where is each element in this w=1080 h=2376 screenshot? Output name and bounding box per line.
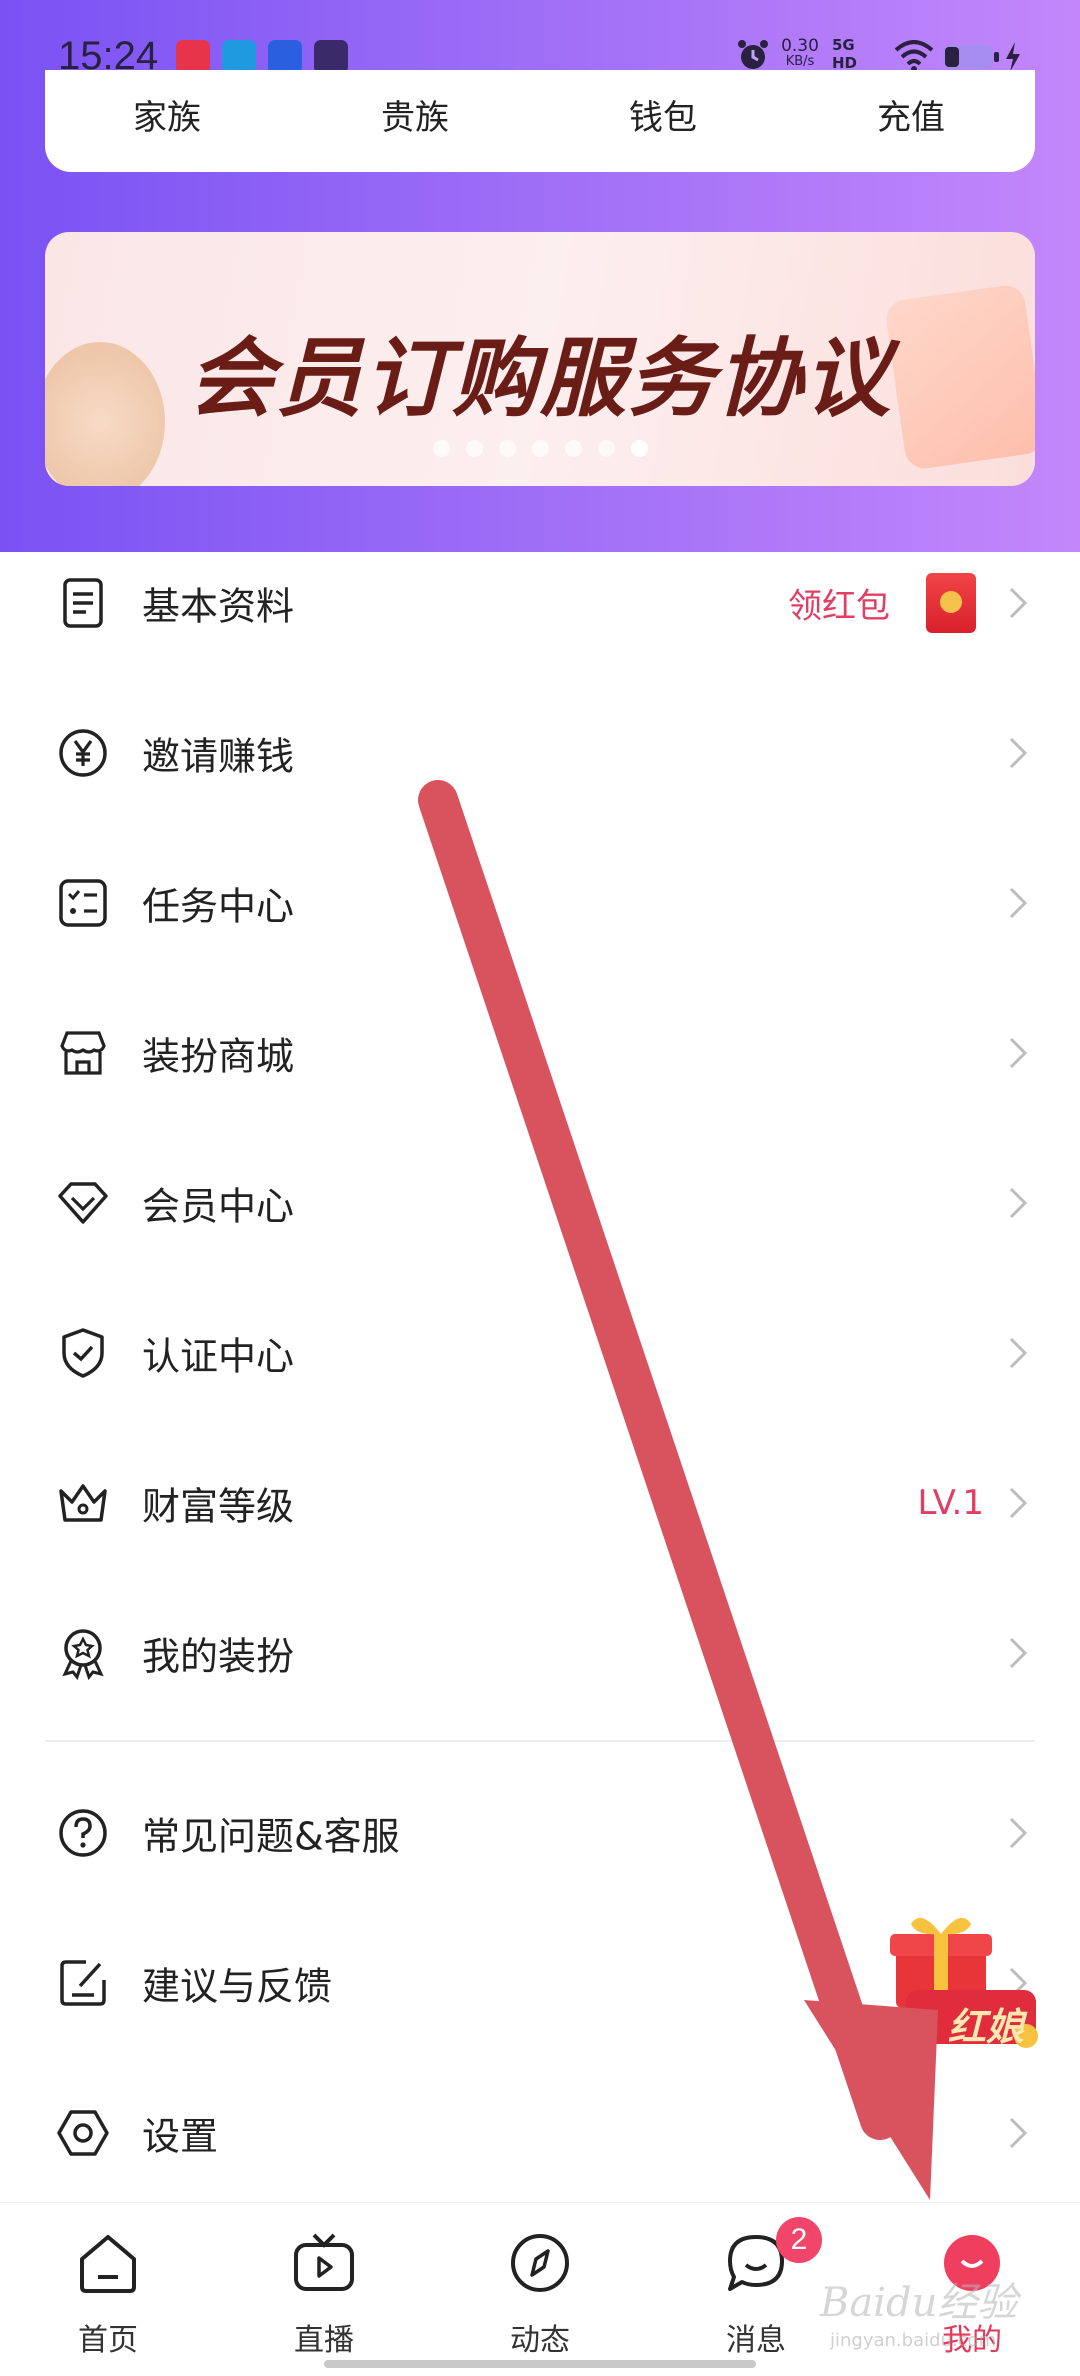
wifi-icon: [894, 40, 934, 72]
menu-row-my-dress[interactable]: 我的装扮: [0, 1578, 1080, 1728]
watermark: Baidu经验: [820, 2280, 1018, 2326]
live-tv-icon: [294, 2233, 354, 2291]
alarm-icon: [738, 40, 768, 69]
profile-doc-icon: [63, 578, 103, 628]
notification-app-icon-4: [314, 40, 348, 74]
settings-hex-icon: [57, 2110, 109, 2156]
home-icon: [80, 2235, 136, 2293]
chevron-right-icon: [1009, 1187, 1028, 1219]
chevron-right-icon: [1009, 1337, 1028, 1369]
tab-family[interactable]: 家族: [67, 90, 267, 139]
feedback-edit-icon: [60, 1960, 106, 2006]
banner-dot[interactable]: [532, 440, 549, 457]
task-list-icon: [59, 879, 107, 927]
menu-label: 邀请赚钱: [142, 734, 295, 779]
menu-row-settings[interactable]: 设置: [0, 2058, 1080, 2208]
top-shortcut-card: 家族 贵族 钱包 充值: [45, 70, 1035, 172]
help-circle-icon: [59, 1809, 107, 1857]
charging-icon: [1006, 42, 1020, 72]
wealth-level-value: LV.1: [917, 1483, 984, 1523]
menu-row-wealth-level[interactable]: 财富等级 LV.1: [0, 1428, 1080, 1578]
store-icon: [60, 1031, 106, 1075]
menu-row-task-center[interactable]: 任务中心: [0, 828, 1080, 978]
menu-label: 财富等级: [142, 1484, 295, 1529]
compass-icon: [511, 2234, 569, 2292]
menu-row-member-center[interactable]: 会员中心: [0, 1128, 1080, 1278]
menu-label: 设置: [142, 2114, 219, 2159]
net-speed: 0.30 KB/s: [778, 38, 822, 70]
nav-moments[interactable]: 动态: [432, 2203, 648, 2376]
chevron-right-icon: [1009, 2117, 1028, 2149]
notification-app-icon-3: [268, 40, 302, 74]
menu-label: 装扮商城: [142, 1034, 295, 1079]
watermark-url: jingyan.baidu.com: [830, 2330, 997, 2351]
diamond-icon: [58, 1182, 108, 1224]
notification-app-icon-2: [222, 40, 256, 74]
menu-label: 基本资料: [142, 584, 295, 629]
floating-matchmaker-promo[interactable]: 红娘: [866, 1906, 1046, 2056]
menu-label: 会员中心: [142, 1184, 295, 1229]
promo-banner[interactable]: 会员订购服务协议: [45, 232, 1035, 486]
banner-pagination: [433, 440, 664, 460]
tab-recharge[interactable]: 充值: [811, 90, 1011, 139]
battery-icon: [943, 45, 999, 69]
network-type-label: 5G HD: [832, 36, 858, 72]
red-packet-icon[interactable]: [926, 573, 976, 633]
banner-dot[interactable]: [598, 440, 615, 457]
tab-wallet[interactable]: 钱包: [563, 90, 763, 139]
nav-label: 直播: [294, 2323, 354, 2358]
menu-row-invite-earn[interactable]: 邀请赚钱: [0, 678, 1080, 828]
shield-check-icon: [62, 1328, 104, 1378]
menu-label: 我的装扮: [142, 1634, 295, 1679]
home-indicator[interactable]: [324, 2360, 756, 2368]
menu-label: 认证中心: [142, 1334, 295, 1379]
menu-row-basic-info[interactable]: 基本资料 领红包: [0, 528, 1080, 678]
banner-dot[interactable]: [433, 440, 450, 457]
chevron-right-icon: [1009, 1637, 1028, 1669]
red-packet-text[interactable]: 领红包: [788, 579, 890, 628]
banner-dot[interactable]: [499, 440, 516, 457]
menu-label: 建议与反馈: [142, 1964, 333, 2009]
banner-dot-active[interactable]: [631, 440, 648, 457]
menu-label: 任务中心: [142, 884, 295, 929]
chevron-right-icon: [1009, 1487, 1028, 1519]
menu-label: 常见问题&客服: [142, 1814, 400, 1859]
banner-title: 会员订购服务协议: [188, 329, 892, 429]
menu-row-dress-shop[interactable]: 装扮商城: [0, 978, 1080, 1128]
chevron-right-icon: [1009, 1037, 1028, 1069]
banner-dot[interactable]: [466, 440, 483, 457]
message-count-badge: 2: [776, 2217, 822, 2263]
menu-divider: [45, 1740, 1035, 1742]
yen-coin-icon: [59, 729, 107, 777]
chevron-right-icon: [1009, 587, 1028, 619]
promo-text: 红娘: [948, 2005, 1025, 2049]
chevron-right-icon: [1009, 887, 1028, 919]
net-speed-unit: KB/s: [785, 54, 815, 69]
banner-dot[interactable]: [565, 440, 582, 457]
nav-live[interactable]: 直播: [216, 2203, 432, 2376]
chevron-right-icon: [1009, 1817, 1028, 1849]
notification-app-icon-1: [176, 40, 210, 74]
tab-nobility[interactable]: 贵族: [315, 90, 515, 139]
menu-row-faq-service[interactable]: 常见问题&客服: [0, 1758, 1080, 1908]
menu-row-verify-center[interactable]: 认证中心: [0, 1278, 1080, 1428]
nav-label: 动态: [510, 2323, 570, 2358]
net-speed-value: 0.30: [781, 36, 819, 56]
crown-icon: [59, 1484, 107, 1522]
nav-label: 首页: [78, 2323, 138, 2358]
nav-home[interactable]: 首页: [0, 2203, 216, 2376]
badge-medal-icon: [62, 1629, 104, 1680]
chevron-right-icon: [1009, 737, 1028, 769]
